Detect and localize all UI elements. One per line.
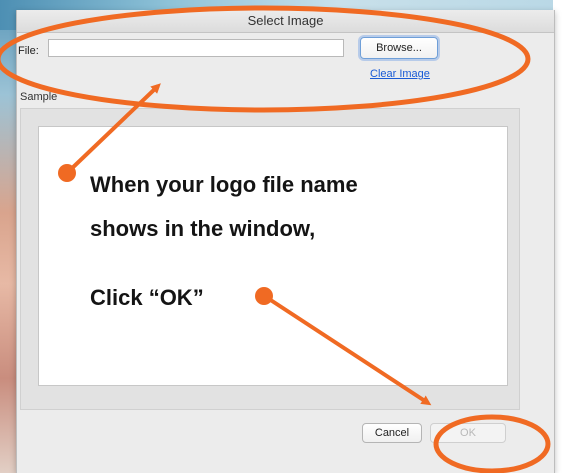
file-path-input[interactable] [48, 39, 344, 57]
cancel-button[interactable]: Cancel [362, 423, 422, 443]
ok-button[interactable]: OK [430, 423, 506, 443]
browse-button[interactable]: Browse... [360, 37, 438, 59]
desktop-background-left [0, 0, 16, 473]
sample-preview-area [38, 126, 508, 386]
sample-label: Sample [20, 91, 58, 103]
annotation-text-line-1: When your logo file name [90, 172, 358, 197]
file-label: File: [18, 45, 39, 57]
dialog-title: Select Image [17, 10, 554, 33]
clear-image-link[interactable]: Clear Image [370, 68, 430, 80]
screenshot-stage: Select Image File: Browse... Clear Image… [0, 0, 563, 473]
annotation-text-line-3: Click “OK” [90, 285, 204, 310]
annotation-text-line-2: shows in the window, [90, 216, 316, 241]
